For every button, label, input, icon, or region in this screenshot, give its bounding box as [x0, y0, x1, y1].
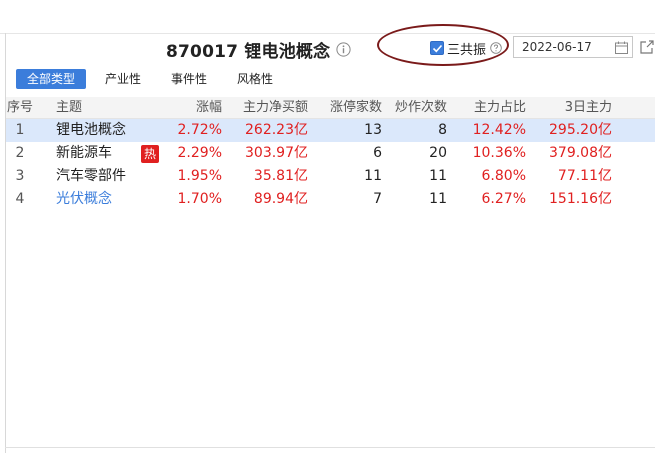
theme-name[interactable]: 锂电池概念 — [56, 119, 126, 142]
check-icon — [432, 44, 443, 53]
col-header-change[interactable]: 涨幅 — [156, 97, 222, 119]
tab-event[interactable]: 事件性 — [160, 69, 218, 89]
col-header-no[interactable]: 序号 — [6, 97, 34, 119]
date-value: 2022-06-17 — [522, 40, 592, 54]
net-buy-value: 303.97亿 — [245, 145, 308, 161]
type-tabs: 全部类型 产业性 事件性 风格性 — [16, 69, 292, 89]
col-header-hype-count[interactable]: 炒作次数 — [386, 97, 447, 119]
net-buy-value: 35.81亿 — [253, 168, 308, 184]
col-header-name[interactable]: 主题 — [56, 97, 82, 119]
hype-count: 11 — [429, 191, 447, 207]
change-value: 2.29% — [177, 145, 222, 161]
hype-count: 20 — [429, 145, 447, 161]
hype-count: 11 — [429, 168, 447, 184]
info-icon[interactable] — [336, 41, 351, 57]
panel-bottom-border — [5, 447, 655, 448]
main-ratio-value: 12.42% — [472, 122, 526, 138]
change-value: 1.95% — [177, 168, 222, 184]
row-number: 1 — [15, 122, 25, 138]
question-icon[interactable] — [490, 42, 502, 54]
3day-main-value: 379.08亿 — [549, 145, 612, 161]
3day-main-value: 295.20亿 — [549, 122, 612, 138]
row-number: 3 — [15, 168, 25, 184]
limit-up-count: 7 — [373, 191, 382, 207]
col-header-3day-main[interactable]: 3日主力 — [532, 97, 612, 119]
3day-main-value: 151.16亿 — [549, 191, 612, 207]
theme-name[interactable]: 新能源车 — [56, 142, 112, 165]
panel-left-border — [5, 33, 6, 453]
col-header-main-ratio[interactable]: 主力占比 — [454, 97, 526, 119]
panel-top-border — [5, 33, 655, 34]
table-row[interactable]: 1 锂电池概念 2.72% 262.23亿 13 8 12.42% 295.20… — [6, 119, 655, 142]
3day-main-value: 77.11亿 — [557, 168, 612, 184]
table-header: 序号 主题 涨幅 主力净买额 涨停家数 炒作次数 主力占比 3日主力 — [6, 97, 655, 119]
sgz-toggle[interactable]: 三共振 — [430, 39, 502, 58]
sgz-checkbox[interactable] — [430, 41, 444, 55]
page-title: 870017 锂电池概念 — [166, 41, 331, 62]
main-ratio-value: 10.36% — [472, 145, 526, 161]
tab-all-types[interactable]: 全部类型 — [16, 69, 87, 89]
main-ratio-value: 6.27% — [481, 191, 526, 207]
date-picker[interactable]: 2022-06-17 — [513, 36, 633, 58]
col-header-net-buy[interactable]: 主力净买额 — [232, 97, 308, 119]
table-row[interactable]: 3 汽车零部件 1.95% 35.81亿 11 11 6.80% 77.11亿 — [6, 165, 655, 188]
limit-up-count: 13 — [364, 122, 382, 138]
calendar-icon[interactable] — [614, 40, 629, 55]
net-buy-value: 89.94亿 — [253, 191, 308, 207]
export-icon[interactable] — [638, 39, 655, 56]
col-header-limit-up[interactable]: 涨停家数 — [318, 97, 382, 119]
table-row[interactable]: 2 新能源车 热 2.29% 303.97亿 6 20 10.36% 379.0… — [6, 142, 655, 165]
net-buy-value: 262.23亿 — [245, 122, 308, 138]
tab-style[interactable]: 风格性 — [226, 69, 284, 89]
tab-industry[interactable]: 产业性 — [94, 69, 152, 89]
row-number: 4 — [15, 191, 25, 207]
change-value: 2.72% — [177, 122, 222, 138]
change-value: 1.70% — [177, 191, 222, 207]
main-ratio-value: 6.80% — [481, 168, 526, 184]
limit-up-count: 11 — [364, 168, 382, 184]
row-number: 2 — [15, 145, 25, 161]
theme-name-link[interactable]: 光伏概念 — [56, 188, 112, 211]
table-row[interactable]: 4 光伏概念 1.70% 89.94亿 7 11 6.27% 151.16亿 — [6, 188, 655, 211]
sgz-label: 三共振 — [447, 42, 487, 58]
theme-name[interactable]: 汽车零部件 — [56, 165, 126, 188]
title-area: 870017 锂电池概念 — [166, 37, 351, 62]
hype-count: 8 — [438, 122, 447, 138]
limit-up-count: 6 — [373, 145, 382, 161]
